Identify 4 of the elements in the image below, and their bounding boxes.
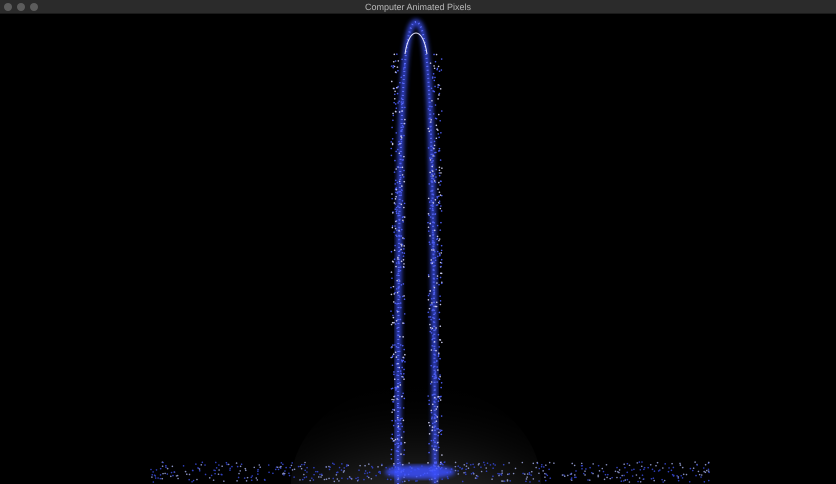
window-title: Computer Animated Pixels: [364, 2, 472, 12]
zoom-button[interactable]: [30, 2, 38, 10]
close-button[interactable]: [4, 2, 12, 10]
minimize-button[interactable]: [17, 2, 25, 10]
